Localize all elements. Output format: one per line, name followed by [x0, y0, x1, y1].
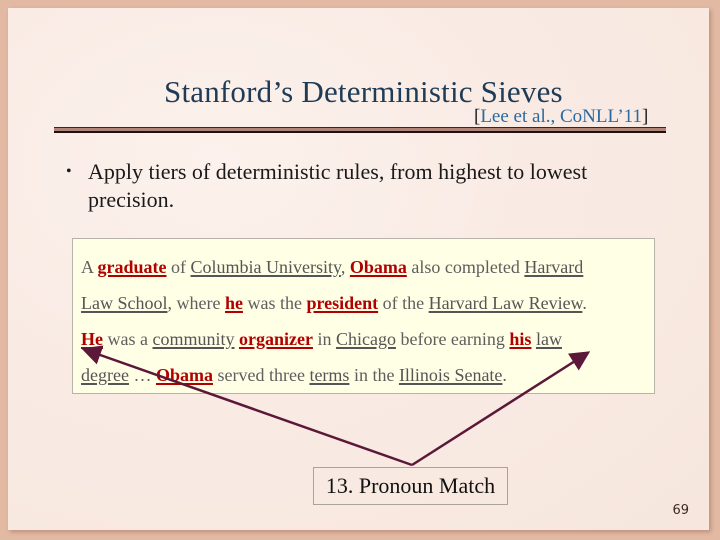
plain-text: , [340, 257, 350, 277]
plain-text: A [81, 257, 98, 277]
plain-text: of [166, 257, 191, 277]
sieve-label-box: 13. Pronoun Match [313, 467, 508, 505]
citation-close-bracket: ] [641, 106, 649, 127]
example-line: Law School, where he was the president o… [81, 293, 587, 314]
mention: community [152, 329, 235, 349]
plain-text: served three [212, 365, 310, 385]
mention: degree [81, 365, 129, 385]
page-number: 69 [672, 503, 689, 518]
mention: Harvard [524, 257, 584, 277]
example-line: A graduate of Columbia University, Obama… [81, 257, 583, 278]
citation-text: Lee et al., CoNLL’11 [480, 106, 642, 127]
plain-text: … [128, 365, 156, 385]
mention: Chicago [335, 329, 396, 349]
plain-text: was the [242, 293, 307, 313]
slide-title: Stanford’s Deterministic Sieves [164, 74, 563, 109]
mention: Law School [81, 293, 168, 313]
plain-text: , where [167, 293, 225, 313]
mention: law [535, 329, 562, 349]
mention: Harvard Law Review [428, 293, 583, 313]
bullet-text: Apply tiers of deterministic rules, from… [88, 159, 588, 212]
plain-text: also completed [406, 257, 525, 277]
highlighted-mention: He [81, 329, 103, 349]
slide: Stanford’s Deterministic Sieves [Lee et … [8, 8, 709, 530]
plain-text: before earning [395, 329, 510, 349]
mention: terms [309, 365, 350, 385]
mention: Illinois Senate [398, 365, 503, 385]
highlighted-mention: he [224, 293, 243, 313]
plain-text: was a [103, 329, 153, 349]
mention: Columbia University [190, 257, 341, 277]
highlighted-mention: organizer [238, 329, 313, 349]
example-line: He was a community organizer in Chicago … [81, 329, 562, 350]
plain-text: in the [349, 365, 399, 385]
highlighted-mention: his [509, 329, 532, 349]
title-divider [54, 127, 666, 133]
plain-text: of the [378, 293, 429, 313]
highlighted-mention: graduate [97, 257, 167, 277]
highlighted-mention: Obama [155, 365, 213, 385]
highlighted-mention: president [306, 293, 379, 313]
example-line: degree … Obama served three terms in the… [81, 365, 507, 386]
citation: [Lee et al., CoNLL’11] [474, 106, 648, 128]
bullet-marker: • [66, 163, 72, 180]
highlighted-mention: Obama [349, 257, 407, 277]
plain-text: in [312, 329, 336, 349]
example-text-box: A graduate of Columbia University, Obama… [72, 238, 655, 394]
plain-text: . [582, 293, 587, 313]
plain-text: . [502, 365, 507, 385]
